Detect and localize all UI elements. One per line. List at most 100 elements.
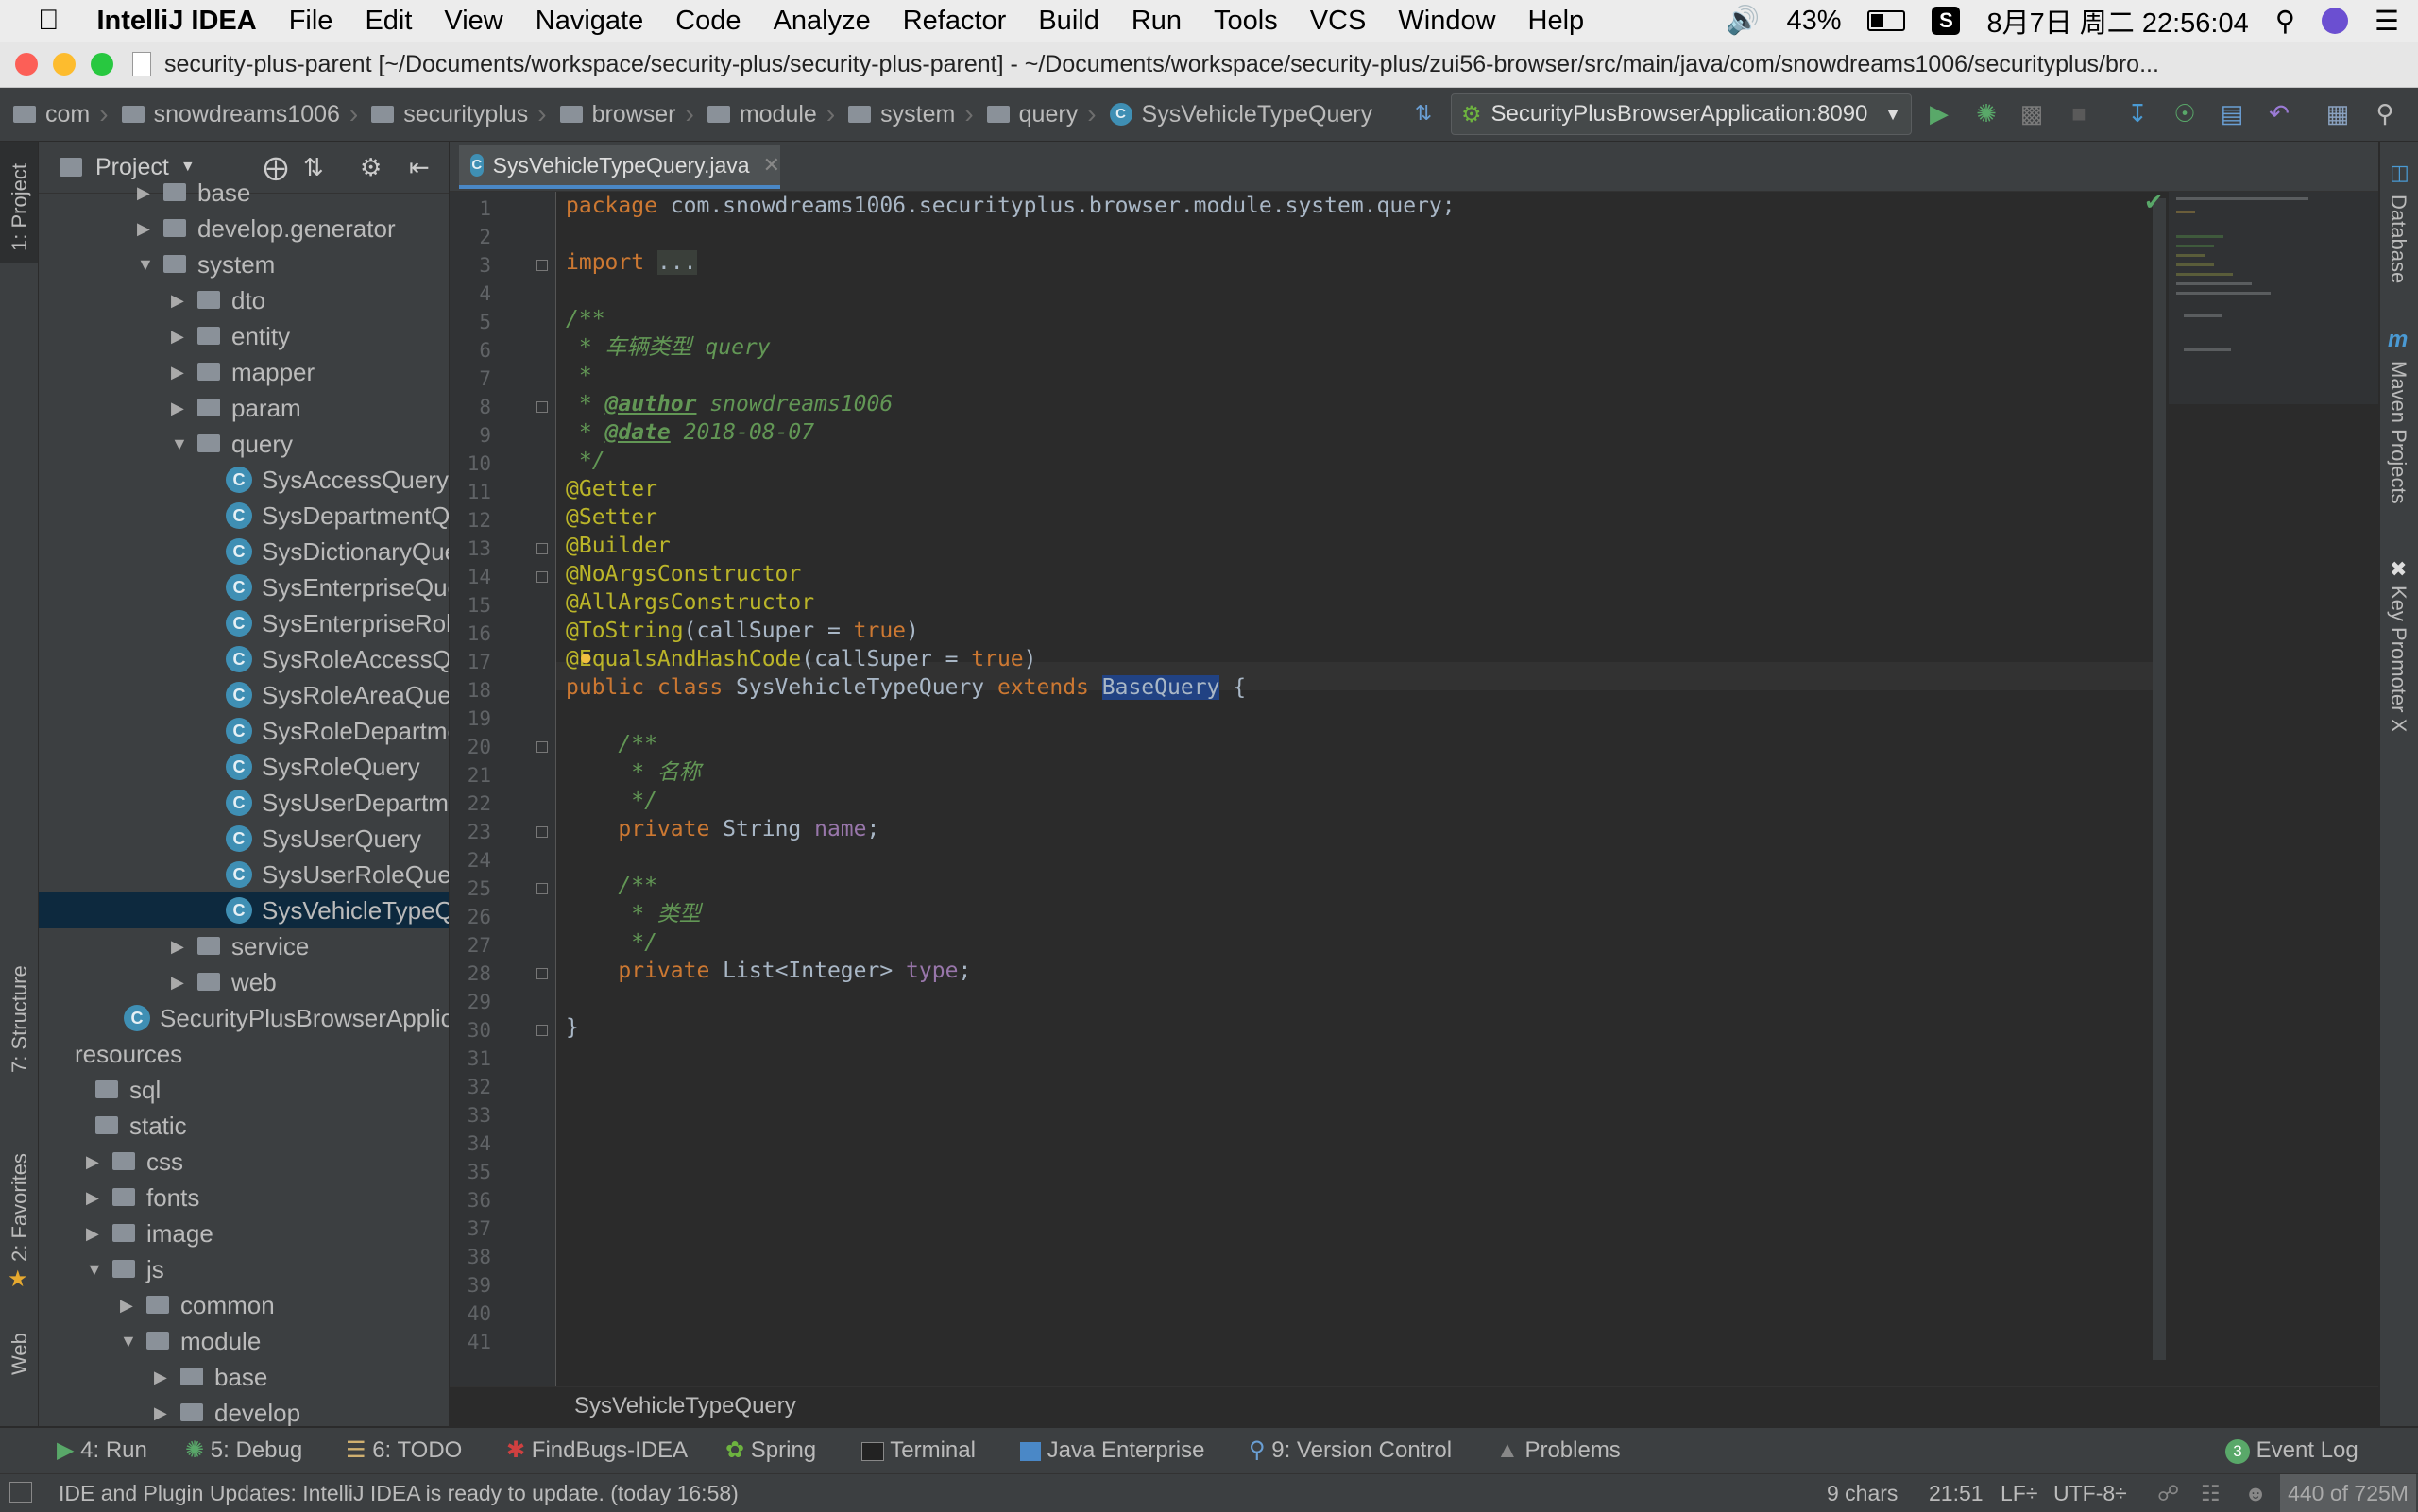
zoom-window-icon[interactable] bbox=[91, 53, 113, 76]
line-number[interactable]: 39 bbox=[450, 1271, 491, 1300]
line-separator[interactable]: LF÷ bbox=[2001, 1474, 2037, 1512]
tree-item[interactable]: C SysUserQuery bbox=[39, 821, 449, 857]
collapsed-arrow-icon[interactable]: ▶ bbox=[137, 211, 156, 246]
lock-icon[interactable]: ☍ bbox=[2157, 1474, 2179, 1512]
fold-marker-icon[interactable] bbox=[536, 883, 548, 894]
line-number[interactable]: 9 bbox=[450, 421, 491, 450]
database-tool-tab-label[interactable]: Database bbox=[2386, 195, 2410, 283]
menu-analyze[interactable]: Analyze bbox=[774, 6, 871, 37]
crumb-current-class[interactable]: C SysVehicleTypeQuery bbox=[1097, 101, 1372, 128]
collapsed-arrow-icon[interactable]: ▶ bbox=[171, 318, 190, 354]
apple-icon[interactable]:  bbox=[38, 5, 60, 37]
event-log-tool-button[interactable]: 3 Event Log bbox=[2225, 1428, 2358, 1473]
close-window-icon[interactable] bbox=[15, 53, 38, 76]
line-number[interactable]: 37 bbox=[450, 1215, 491, 1243]
line-number[interactable]: 12 bbox=[450, 506, 491, 535]
line-number[interactable]: 10 bbox=[450, 450, 491, 478]
memory-indicator[interactable]: 440 of 725M bbox=[2280, 1474, 2416, 1512]
tree-item[interactable]: C SysAccessQuery bbox=[39, 462, 449, 498]
search-everywhere-icon[interactable]: ⚲ bbox=[2371, 99, 2399, 127]
line-number[interactable]: 18 bbox=[450, 676, 491, 705]
tree-item[interactable]: static bbox=[39, 1108, 449, 1144]
terminal-tool-button[interactable]: Terminal bbox=[861, 1428, 976, 1473]
tree-item[interactable]: C SecurityPlusBrowserApplication bbox=[39, 1000, 449, 1036]
web-tool-tab-label[interactable]: Web bbox=[8, 1333, 32, 1375]
tree-item[interactable]: C SysRoleAccessQuery bbox=[39, 641, 449, 677]
line-number[interactable]: 34 bbox=[450, 1130, 491, 1158]
run-configuration-select[interactable]: ⚙ SecurityPlusBrowserApplication:8090 ▼ bbox=[1451, 93, 1912, 135]
line-number[interactable]: 36 bbox=[450, 1186, 491, 1215]
inspector-icon[interactable]: ☻ bbox=[2244, 1474, 2267, 1512]
lightbulb-icon[interactable]: ● bbox=[579, 645, 593, 671]
spring-tool-button[interactable]: ✿ Spring bbox=[725, 1428, 816, 1473]
run-tool-button[interactable]: ▶ 4: Run bbox=[57, 1428, 147, 1473]
breadcrumb-class[interactable]: SysVehicleTypeQuery bbox=[574, 1393, 796, 1419]
line-number[interactable]: 2 bbox=[450, 223, 491, 251]
siri-icon[interactable] bbox=[2322, 8, 2348, 34]
line-number[interactable]: 3 bbox=[450, 251, 491, 280]
fold-marker-icon[interactable] bbox=[536, 260, 548, 271]
line-number[interactable]: 17 bbox=[450, 648, 491, 676]
tree-item[interactable]: ▼ query bbox=[39, 426, 449, 462]
line-number[interactable]: 29 bbox=[450, 988, 491, 1016]
menu-build[interactable]: Build bbox=[1038, 6, 1099, 37]
collapsed-arrow-icon[interactable]: ▶ bbox=[154, 1359, 173, 1395]
line-number[interactable]: 20 bbox=[450, 733, 491, 761]
menu-file[interactable]: File bbox=[289, 6, 333, 37]
stop-icon[interactable]: ■ bbox=[2065, 99, 2093, 127]
menu-navigate[interactable]: Navigate bbox=[536, 6, 643, 37]
clock[interactable]: 8月7日 周二 22:56:04 bbox=[1986, 1, 2248, 41]
tree-item[interactable]: ▶ web bbox=[39, 964, 449, 1000]
structure-tool-tab-label[interactable]: 7: Structure bbox=[8, 965, 32, 1073]
tree-item[interactable]: C SysRoleQuery bbox=[39, 749, 449, 785]
fold-marker-icon[interactable] bbox=[536, 571, 548, 583]
line-number[interactable]: 31 bbox=[450, 1045, 491, 1073]
tree-item[interactable]: C SysEnterpriseRoleQuery bbox=[39, 605, 449, 641]
tree-item[interactable]: ▶ base bbox=[39, 175, 449, 211]
tree-item[interactable]: C SysDictionaryQuery bbox=[39, 534, 449, 569]
tree-item[interactable]: C SysDepartmentQuery bbox=[39, 498, 449, 534]
menu-app[interactable]: IntelliJ IDEA bbox=[97, 6, 257, 37]
tree-item[interactable]: C SysUserRoleQuery bbox=[39, 857, 449, 892]
debug-tool-button[interactable]: ✺ 5: Debug bbox=[185, 1428, 302, 1473]
tree-item[interactable]: ▶ common bbox=[39, 1287, 449, 1323]
java-enterprise-tool-button[interactable]: Java Enterprise bbox=[1020, 1428, 1204, 1473]
line-number[interactable]: 13 bbox=[450, 535, 491, 563]
battery-icon[interactable] bbox=[1867, 10, 1906, 31]
line-number[interactable]: 25 bbox=[450, 875, 491, 903]
tree-item[interactable]: C SysRoleAreaQuery bbox=[39, 677, 449, 713]
line-number[interactable]: 22 bbox=[450, 790, 491, 818]
collapsed-arrow-icon[interactable]: ▶ bbox=[120, 1287, 139, 1323]
menu-view[interactable]: View bbox=[444, 6, 502, 37]
editor-scrollbar[interactable] bbox=[2153, 198, 2166, 1360]
vcs-update-icon[interactable]: ↧ bbox=[2123, 99, 2152, 127]
tree-item[interactable]: ▶ image bbox=[39, 1215, 449, 1251]
line-number[interactable]: 41 bbox=[450, 1328, 491, 1356]
collapsed-arrow-icon[interactable]: ▶ bbox=[171, 390, 190, 426]
problems-tool-button[interactable]: ▲ Problems bbox=[1496, 1428, 1621, 1473]
fold-marker-icon[interactable] bbox=[536, 543, 548, 554]
crumb-snowdreams1006[interactable]: snowdreams1006 › bbox=[109, 99, 358, 129]
vcs-history-icon[interactable]: ▤ bbox=[2218, 99, 2246, 127]
expanded-arrow-icon[interactable]: ▼ bbox=[171, 426, 190, 462]
tree-item[interactable]: ▶ dto bbox=[39, 282, 449, 318]
tree-item[interactable]: ▶ service bbox=[39, 928, 449, 964]
chevron-down-icon[interactable]: ▼ bbox=[180, 159, 196, 176]
line-number[interactable]: 7 bbox=[450, 365, 491, 393]
tree-item[interactable]: ▶ mapper bbox=[39, 354, 449, 390]
fold-marker-icon[interactable] bbox=[536, 968, 548, 979]
tree-item[interactable]: C SysRoleDepartmentQuery bbox=[39, 713, 449, 749]
line-number[interactable]: 35 bbox=[450, 1158, 491, 1186]
line-number[interactable]: 8 bbox=[450, 393, 491, 421]
crumb-browser[interactable]: browser › bbox=[547, 99, 694, 129]
collapsed-arrow-icon[interactable]: ▶ bbox=[154, 1395, 173, 1426]
status-message[interactable]: IDE and Plugin Updates: IntelliJ IDEA is… bbox=[59, 1474, 739, 1512]
line-number[interactable]: 15 bbox=[450, 591, 491, 620]
tree-item[interactable]: ▶ develop bbox=[39, 1395, 449, 1426]
menu-code[interactable]: Code bbox=[675, 6, 741, 37]
tree-item[interactable]: ▼ js bbox=[39, 1251, 449, 1287]
crumb-securityplus[interactable]: securityplus › bbox=[358, 99, 547, 129]
menu-help[interactable]: Help bbox=[1528, 6, 1585, 37]
expanded-arrow-icon[interactable]: ▼ bbox=[120, 1323, 139, 1359]
line-number[interactable]: 16 bbox=[450, 620, 491, 648]
